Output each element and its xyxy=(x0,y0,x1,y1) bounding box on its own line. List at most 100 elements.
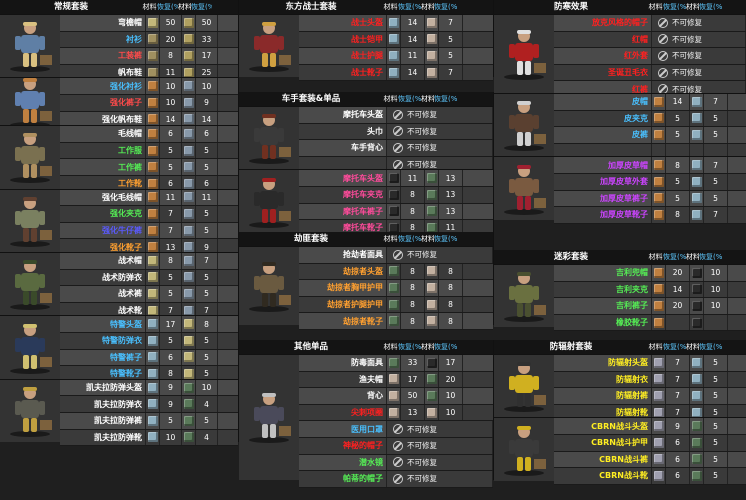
swat-character-icon xyxy=(10,323,52,374)
material-cell xyxy=(387,263,401,280)
no-repair-icon xyxy=(393,473,403,484)
material-icon xyxy=(183,415,194,426)
repair-percent: 17 xyxy=(160,316,182,332)
warrior-character-icon xyxy=(249,22,291,73)
column-header-repair: 恢复(%) xyxy=(398,95,421,103)
material-cell xyxy=(182,48,196,64)
material-icon xyxy=(147,368,158,379)
gear-row: 强化牛仔裤 7 5 xyxy=(60,222,238,240)
gear-row: 防毒面具 33 17 xyxy=(299,355,493,372)
material-cell xyxy=(690,451,704,468)
unrepairable-cell: 不可修复 xyxy=(387,123,493,140)
gear-row: 防辐射裤 7 5 xyxy=(554,388,746,405)
material-icon xyxy=(426,189,437,200)
gear-row: 吉利夹克 14 10 xyxy=(554,281,746,299)
material-icon xyxy=(388,357,399,368)
raider-character-icon xyxy=(249,262,291,312)
material-cell xyxy=(652,468,666,484)
repair-percent: 11 xyxy=(401,170,425,186)
material-cell xyxy=(425,170,439,186)
material-cell xyxy=(182,159,196,175)
repair-percent: 50 xyxy=(160,15,182,31)
material-icon xyxy=(691,390,702,401)
material-cell xyxy=(690,157,704,173)
gear-row: CBRN战斗靴 6 5 xyxy=(554,468,746,485)
repair-percent: 13 xyxy=(439,170,463,186)
item-name: 摩托车头盔 xyxy=(299,170,387,186)
no-repair-icon xyxy=(658,17,668,28)
armor-repair-table: 常规套装材料恢复(%)材料恢复(%)弯檐帽5050衬衫2033工装裤817帆布鞋… xyxy=(0,0,746,500)
gear-row: 吉利裤子 20 10 xyxy=(554,298,746,315)
material-icon xyxy=(183,242,194,253)
column-header-repair: 恢复(%) xyxy=(157,3,178,11)
material-icon xyxy=(426,316,437,327)
item-name: CBRN战斗靴 xyxy=(554,468,652,484)
material-cell xyxy=(425,48,439,64)
repair-percent: 8 xyxy=(160,252,182,269)
material-cell xyxy=(387,371,401,388)
repair-percent: 5 xyxy=(196,349,218,366)
material-icon xyxy=(691,209,702,220)
set-group: 战术帽 8 7 战术防弹衣 5 5 战术裤 5 5 战术靴 7 7 xyxy=(0,251,238,320)
unrepairable-label: 不可修复 xyxy=(407,474,437,484)
item-name: 皮裤 xyxy=(554,127,652,143)
item-name: 特警裤子 xyxy=(60,349,146,366)
unrepairable-cell: 不可修复 xyxy=(387,454,493,471)
thick-character-icon xyxy=(504,164,546,215)
material-icon xyxy=(183,128,194,139)
item-name: 凯夫拉防弹靴 xyxy=(60,429,146,446)
item-name: 战士护腿 xyxy=(299,48,387,64)
column-header-material: 材料 xyxy=(421,235,434,243)
material-cell xyxy=(652,281,666,298)
material-cell xyxy=(425,296,439,313)
section-header: 迷彩套装材料恢复(%)材料恢复(%) xyxy=(494,250,746,264)
repair-percent: 5 xyxy=(196,412,218,429)
item-name: 红帽 xyxy=(554,31,652,48)
gear-row: 弯檐帽 50 50 xyxy=(60,15,238,32)
set-group: 特警头盔 17 8 特警防弹衣 5 5 特警裤子 6 5 特警靴子 8 5 xyxy=(0,315,238,383)
material-icon xyxy=(147,319,158,330)
set-avatar xyxy=(239,247,300,325)
item-name: 背心 xyxy=(299,388,387,404)
item-name: 防辐射头盔 xyxy=(554,355,652,371)
item-name: 吉利兜帽 xyxy=(554,265,652,281)
items-character-icon xyxy=(249,393,291,444)
item-name: 工装裤 xyxy=(60,48,146,64)
repair-percent: 5 xyxy=(196,206,218,222)
unrepairable-label: 不可修复 xyxy=(672,68,702,78)
repair-percent: 5 xyxy=(666,190,690,207)
gear-row: 放克风格的帽子 不可修复 xyxy=(554,15,746,32)
material-icon xyxy=(147,352,158,363)
material-icon xyxy=(388,206,399,217)
item-name: CBRN战斗裤 xyxy=(554,451,652,468)
no-repair-icon xyxy=(393,126,403,137)
repair-percent: 5 xyxy=(196,286,218,302)
material-icon xyxy=(691,96,702,107)
repair-percent: 9 xyxy=(666,418,690,434)
section-header: 车手套装&单品材料恢复(%)材料恢复(%) xyxy=(239,92,493,106)
gear-row: 渔夫帽 17 20 xyxy=(299,371,493,389)
material-icon xyxy=(426,407,437,418)
section-header: 东方战士套装材料恢复(%)材料恢复(%) xyxy=(239,0,493,14)
material-cell xyxy=(690,314,704,331)
gear-row: CBRN战斗头盔 9 5 xyxy=(554,418,746,435)
material-cell xyxy=(146,269,160,286)
repair-percent: 8 xyxy=(439,280,463,296)
material-icon xyxy=(183,368,194,379)
material-icon xyxy=(426,206,437,217)
column-header-material: 材料 xyxy=(383,343,398,351)
hazmat-character-icon xyxy=(504,362,546,413)
material-icon xyxy=(147,432,158,443)
gear-row: CBRN战斗裤 6 5 xyxy=(554,451,746,469)
material-cell xyxy=(652,110,666,127)
material-icon xyxy=(388,374,399,385)
material-icon xyxy=(653,454,664,465)
material-icon xyxy=(388,390,399,401)
material-cell xyxy=(425,15,439,31)
unrepairable-label: 不可修复 xyxy=(407,110,437,120)
section-other: 其他单品材料恢复(%)材料恢复(%)防毒面具3317渔夫帽1720背心5010尖… xyxy=(239,340,494,488)
material-icon xyxy=(691,317,702,328)
material-icon xyxy=(183,17,194,28)
item-name: 防毒面具 xyxy=(299,355,387,371)
repair-percent: 14 xyxy=(666,94,690,110)
